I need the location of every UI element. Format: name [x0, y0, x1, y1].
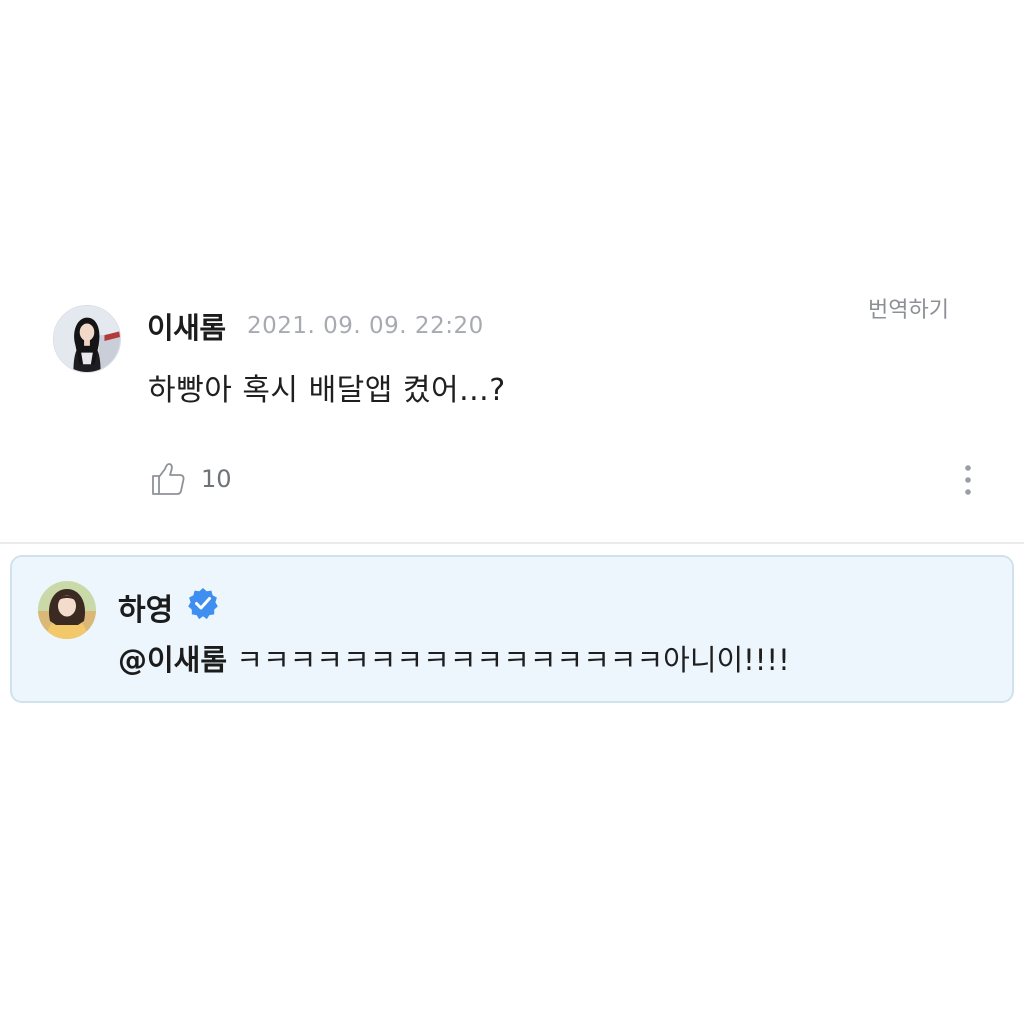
comment-text: 하빵아 혹시 배달앱 켰어...? [148, 373, 506, 408]
like-count: 10 [201, 465, 232, 493]
user-mention[interactable]: @이새롬 [118, 643, 227, 677]
artist-comment: 이새롬 2021. 09. 09. 22:20 번역하기 하빵아 혹시 배달앱 … [0, 0, 1024, 545]
author-avatar[interactable] [53, 305, 121, 373]
reply-author-name[interactable]: 하영 [118, 585, 173, 629]
thumbs-up-icon[interactable] [150, 461, 186, 497]
translate-button[interactable]: 번역하기 [868, 292, 949, 324]
reply-avatar-photo [38, 581, 96, 639]
section-divider [0, 542, 1024, 544]
vertical-ellipsis-icon[interactable] [954, 462, 982, 498]
reply-author-avatar[interactable] [38, 581, 96, 639]
comment-author-name[interactable]: 이새롬 [147, 305, 226, 347]
reply-message: ㅋㅋㅋㅋㅋㅋㅋㅋㅋㅋㅋㅋㅋㅋㅋㅋ아니이!!!! [236, 643, 790, 677]
artist-reply-card: 하영 @이새롬 ㅋㅋㅋㅋㅋㅋㅋㅋㅋㅋㅋㅋㅋㅋㅋㅋ아니이!!!! [10, 555, 1014, 703]
verified-badge-icon [186, 586, 220, 620]
comment-timestamp: 2021. 09. 09. 22:20 [247, 313, 484, 339]
comment-thread: 이새롬 2021. 09. 09. 22:20 번역하기 하빵아 혹시 배달앱 … [0, 0, 1024, 1024]
reply-text: @이새롬 ㅋㅋㅋㅋㅋㅋㅋㅋㅋㅋㅋㅋㅋㅋㅋㅋ아니이!!!! [118, 637, 790, 679]
author-avatar-photo [54, 306, 120, 372]
